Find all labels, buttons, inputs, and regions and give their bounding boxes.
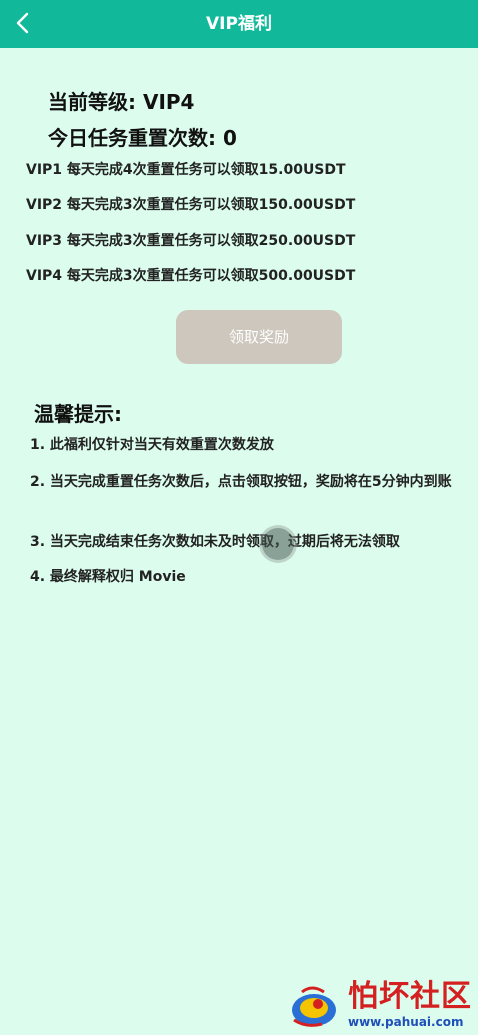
- touch-indicator: [262, 528, 294, 560]
- vip-rule-4: VIP4 每天完成3次重置任务可以领取500.00USDT: [26, 268, 356, 284]
- tip-item-3: 3. 当天完成结束任务次数如未及时领取，过期后将无法领取: [30, 534, 400, 550]
- watermark-url: www.pahuai.com: [348, 1015, 464, 1029]
- vip-rule-1: VIP1 每天完成4次重置任务可以领取15.00USDT: [26, 162, 346, 178]
- reset-count-text: 今日任务重置次数: 0: [48, 126, 237, 150]
- header-bar: VIP福利: [0, 0, 478, 48]
- current-level-text: 当前等级: VIP4: [48, 90, 195, 114]
- claim-reward-button[interactable]: 领取奖励: [176, 310, 342, 364]
- tip-item-4: 4. 最终解释权归 Movie: [30, 569, 186, 585]
- watermark-name: 怕坏社区: [348, 979, 472, 1014]
- watermark: 怕坏社区 www.pahuai.com: [288, 980, 474, 1032]
- tip-item-2: 2. 当天完成重置任务次数后，点击领取按钮，奖励将在5分钟内到账: [30, 474, 452, 490]
- vip-rule-3: VIP3 每天完成3次重置任务可以领取250.00USDT: [26, 233, 356, 249]
- watermark-logo-icon: [292, 986, 336, 1027]
- vip-rule-2: VIP2 每天完成3次重置任务可以领取150.00USDT: [26, 197, 356, 213]
- tip-item-1: 1. 此福利仅针对当天有效重置次数发放: [30, 437, 274, 453]
- page-title: VIP福利: [206, 14, 272, 34]
- tips-heading: 温馨提示:: [34, 402, 122, 426]
